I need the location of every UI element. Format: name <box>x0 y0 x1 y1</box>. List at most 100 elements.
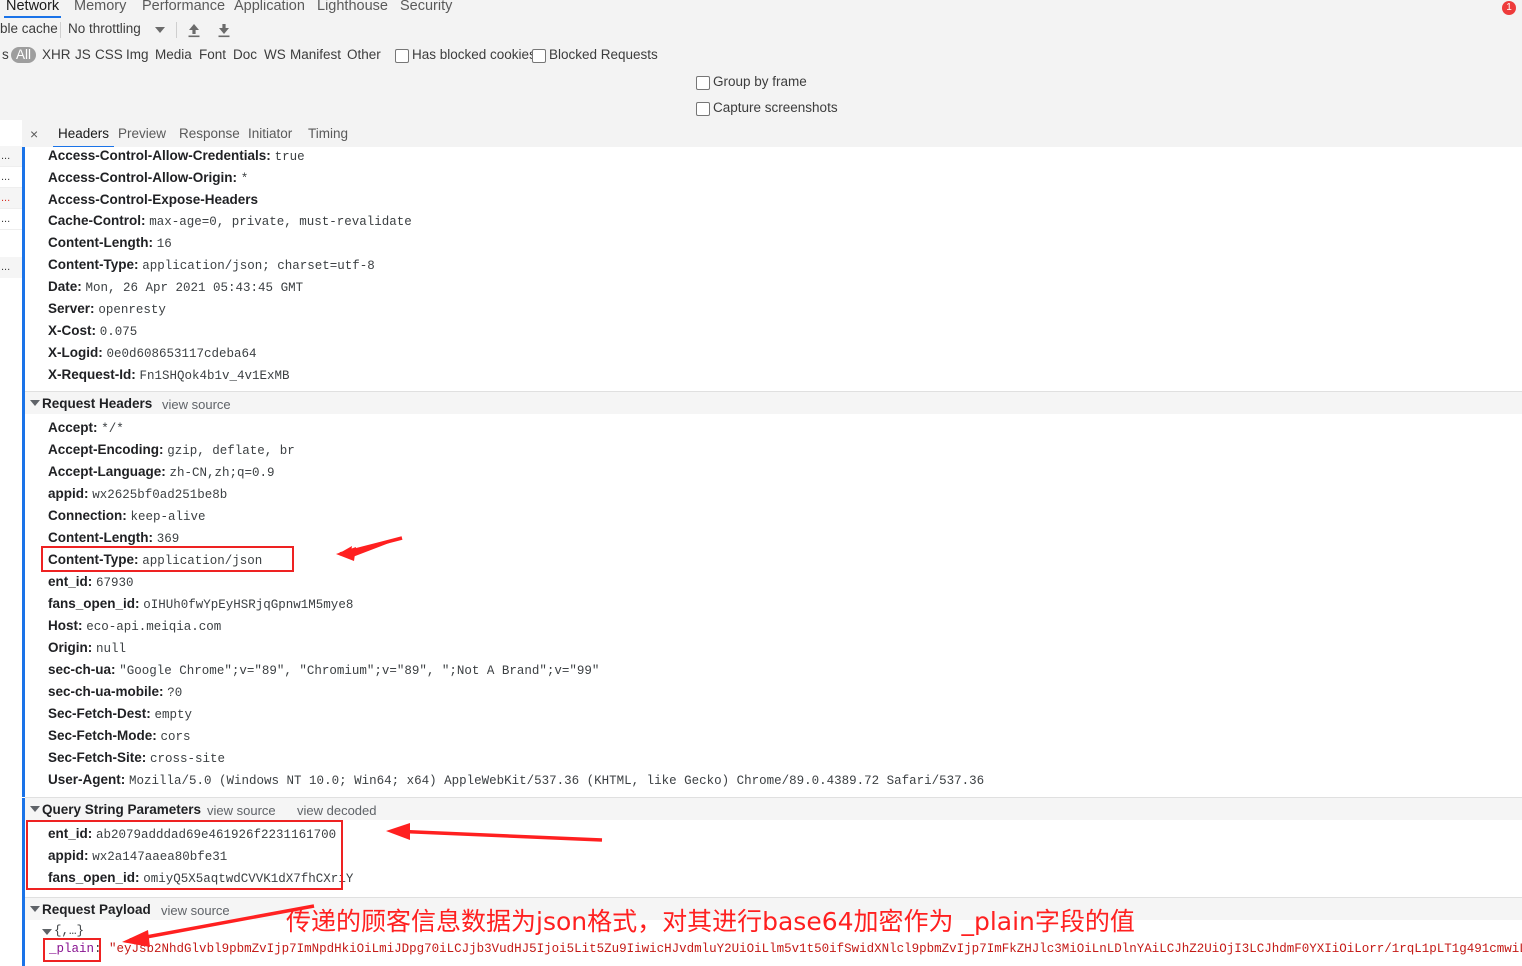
has-blocked-cookies-checkbox[interactable] <box>395 49 409 63</box>
filter-type-ws[interactable]: WS <box>264 47 286 63</box>
header-key: Access-Control-Allow-Origin: <box>48 170 238 185</box>
header-key: ent_id: <box>48 574 93 589</box>
panel-tab-performance[interactable]: Performance <box>140 0 227 16</box>
query-param-key: fans_open_id: <box>48 870 140 885</box>
disable-cache-checkbox-label[interactable]: ble cache <box>0 21 58 36</box>
blocked-requests-checkbox[interactable] <box>532 49 546 63</box>
toolbar-divider-2 <box>176 22 177 38</box>
tab-preview[interactable]: Preview <box>118 125 166 143</box>
header-value: 369 <box>156 532 180 546</box>
request-headers-rail <box>22 392 25 797</box>
header-value: Mon, 26 Apr 2021 05:43:45 GMT <box>85 281 304 295</box>
header-value: cors <box>160 730 191 744</box>
devtools-network-panel: Network Memory Performance Application L… <box>0 0 1522 966</box>
filter-type-css[interactable]: CSS <box>95 47 123 63</box>
request-headers-view-source-link[interactable]: view source <box>162 397 231 412</box>
header-value: 67930 <box>96 576 134 590</box>
header-key: sec-ch-ua-mobile: <box>48 684 164 699</box>
filter-type-media[interactable]: Media <box>155 47 192 63</box>
filter-type-manifest[interactable]: Manifest <box>290 47 341 63</box>
filter-type-doc[interactable]: Doc <box>233 47 257 63</box>
header-key: Sec-Fetch-Site: <box>48 750 147 765</box>
header-value: max-age=0, private, must-revalidate <box>149 215 412 229</box>
list-item[interactable]: ... <box>0 257 22 278</box>
filter-type-img[interactable]: Img <box>126 47 149 63</box>
header-key: Accept: <box>48 420 98 435</box>
header-key: X-Request-Id: <box>48 367 136 382</box>
header-value: cross-site <box>150 752 226 766</box>
header-key: appid: <box>48 486 89 501</box>
header-value: application/json <box>142 554 263 568</box>
chevron-down-icon[interactable] <box>30 400 40 406</box>
panel-tab-network[interactable]: Network <box>4 0 62 19</box>
header-value: ?0 <box>167 686 183 700</box>
header-key: fans_open_id: <box>48 596 140 611</box>
request-headers-band <box>25 392 1522 414</box>
panel-tab-application[interactable]: Application <box>232 0 307 16</box>
header-value: eco-api.meiqia.com <box>86 620 222 634</box>
capture-screenshots-checkbox[interactable] <box>696 102 710 116</box>
header-value: Fn1SHQok4b1v_4v1ExMB <box>139 369 290 383</box>
header-key: Access-Control-Allow-Credentials: <box>48 148 271 163</box>
group-by-frame-label[interactable]: Group by frame <box>713 74 807 89</box>
filter-type-other[interactable]: Other <box>347 47 381 63</box>
query-string-view-source-link[interactable]: view source <box>207 803 276 818</box>
chevron-down-icon[interactable] <box>155 27 165 33</box>
panel-tab-memory[interactable]: Memory <box>72 0 128 16</box>
error-count-badge[interactable]: 1 <box>1502 1 1516 15</box>
download-arrow-icon[interactable] <box>216 22 232 39</box>
header-key: Content-Length: <box>48 235 153 250</box>
close-icon[interactable]: × <box>30 127 38 141</box>
header-key: Content-Type: <box>48 257 139 272</box>
tab-initiator[interactable]: Initiator <box>248 125 292 143</box>
payload-value: "eyJsb2NhdGlvbl9pbmZvIjp7ImNpdHkiOiLmiJD… <box>109 942 1522 956</box>
header-key: Date: <box>48 279 82 294</box>
header-value: "Google Chrome";v="89", "Chromium";v="89… <box>119 664 600 678</box>
request-list[interactable]: ... ... ... ... ... <box>0 120 23 966</box>
panel-tab-lighthouse[interactable]: Lighthouse <box>315 0 390 16</box>
query-param-value: ab2079adddad69e461926f2231161700 <box>96 828 337 842</box>
header-value: */* <box>101 422 124 436</box>
chevron-down-icon[interactable] <box>42 929 52 935</box>
list-item[interactable]: ... <box>0 209 22 230</box>
network-filter-bar: s All XHR JS CSS Img Media Font Doc WS M… <box>0 43 1522 69</box>
filter-type-s[interactable]: s <box>2 47 9 63</box>
header-key: Server: <box>48 301 95 316</box>
header-value: Mozilla/5.0 (Windows NT 10.0; Win64; x64… <box>129 774 985 788</box>
capture-screenshots-label[interactable]: Capture screenshots <box>713 100 838 115</box>
tab-response[interactable]: Response <box>179 125 240 143</box>
query-string-view-decoded-link[interactable]: view decoded <box>297 803 377 818</box>
chevron-down-icon[interactable] <box>30 806 40 812</box>
blocked-requests-label[interactable]: Blocked Requests <box>549 47 658 62</box>
header-key: Accept-Encoding: <box>48 442 164 457</box>
query-param-value: wx2a147aaea80bfe31 <box>92 850 228 864</box>
panel-tab-security[interactable]: Security <box>398 0 454 16</box>
list-item[interactable]: ... <box>0 188 22 209</box>
toolbar-divider-1 <box>60 22 61 38</box>
header-key: sec-ch-ua: <box>48 662 116 677</box>
tab-timing[interactable]: Timing <box>308 125 348 143</box>
request-payload-view-source-link[interactable]: view source <box>161 903 230 918</box>
list-item[interactable]: ... <box>0 167 22 188</box>
header-key: Host: <box>48 618 83 633</box>
header-value: true <box>274 150 305 164</box>
group-by-frame-checkbox[interactable] <box>696 76 710 90</box>
list-item[interactable]: ... <box>0 146 22 167</box>
payload-object-token[interactable]: {,…} <box>54 924 84 939</box>
header-key: Sec-Fetch-Mode: <box>48 728 157 743</box>
filter-type-font[interactable]: Font <box>199 47 226 63</box>
filter-type-all[interactable]: All <box>11 47 37 63</box>
header-key: Connection: <box>48 508 127 523</box>
header-value: gzip, deflate, br <box>167 444 295 458</box>
upload-arrow-icon[interactable] <box>186 22 202 39</box>
request-headers-title[interactable]: Request Headers <box>42 396 152 412</box>
has-blocked-cookies-label[interactable]: Has blocked cookies <box>412 47 536 62</box>
filter-type-xhr[interactable]: XHR <box>42 47 71 63</box>
request-detail-tabbar: Headers Preview Response Initiator Timin… <box>22 120 1522 148</box>
filter-type-js[interactable]: JS <box>75 47 91 63</box>
request-payload-title[interactable]: Request Payload <box>42 902 151 918</box>
query-string-title[interactable]: Query String Parameters <box>42 802 201 818</box>
throttling-select[interactable]: No throttling <box>68 21 141 36</box>
chevron-down-icon[interactable] <box>30 906 40 912</box>
tab-headers[interactable]: Headers <box>52 125 115 148</box>
